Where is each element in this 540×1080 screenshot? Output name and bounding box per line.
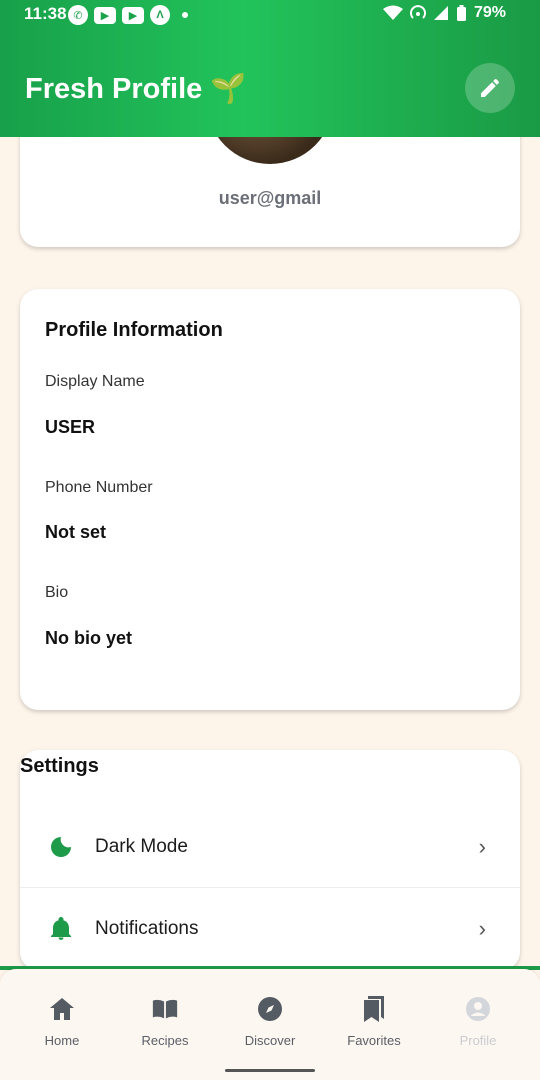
bio-value: No bio yet xyxy=(45,628,133,648)
moon-icon xyxy=(48,834,74,860)
hotspot-icon xyxy=(410,5,426,19)
youtube-icon: ▶ xyxy=(122,6,144,24)
whatsapp-icon: ✆ xyxy=(68,5,88,25)
dark-mode-label: Dark Mode xyxy=(95,836,188,857)
chevron-right-icon: › xyxy=(478,916,486,941)
person-icon xyxy=(464,995,492,1023)
app-header: 11:38 ✆ ▶ ▶ Λ 79% Fresh Profile 🌱 xyxy=(0,0,540,137)
edit-profile-button[interactable] xyxy=(465,63,515,113)
compass-icon xyxy=(256,995,284,1023)
chevron-right-icon: › xyxy=(478,834,486,859)
nav-discover[interactable]: Discover xyxy=(220,995,320,1055)
wifi-icon xyxy=(382,5,403,20)
book-icon xyxy=(151,995,179,1023)
battery-icon xyxy=(456,4,466,21)
section-title: Profile Information xyxy=(45,319,223,341)
nav-favorites[interactable]: Favorites xyxy=(324,995,424,1055)
nav-home-label: Home xyxy=(44,1033,80,1048)
status-bar: 11:38 ✆ ▶ ▶ Λ 79% xyxy=(0,0,540,30)
user-email: user@gmail xyxy=(218,188,322,208)
screen: 11:38 ✆ ▶ ▶ Λ 79% Fresh Profile 🌱 user@g… xyxy=(0,0,540,1080)
phone-number-value: Not set xyxy=(45,522,107,542)
home-indicator[interactable] xyxy=(225,1069,315,1072)
home-icon xyxy=(48,995,76,1023)
nav-home[interactable]: Home xyxy=(12,995,112,1055)
notifications-row[interactable]: Notifications › xyxy=(20,888,520,970)
dark-mode-row[interactable]: Dark Mode › xyxy=(20,806,520,888)
phone-number-label: Phone Number xyxy=(45,479,153,496)
nav-discover-label: Discover xyxy=(244,1033,296,1048)
status-right: 79% xyxy=(382,4,506,22)
bottom-nav: Home Recipes Discover Favorites Profile xyxy=(0,969,540,1080)
bio-label: Bio xyxy=(45,584,69,601)
battery-percent: 79% xyxy=(473,4,506,21)
youtube-icon: ▶ xyxy=(94,6,116,24)
settings-title: Settings xyxy=(20,755,99,777)
notifications-label: Notifications xyxy=(95,918,199,939)
nav-profile-label: Profile xyxy=(459,1033,497,1048)
display-name-value: USER xyxy=(45,417,96,437)
nav-recipes[interactable]: Recipes xyxy=(115,995,215,1055)
settings-card: Dark Mode › Notifications › xyxy=(20,750,520,970)
profile-info-card: Profile Information Display Name USER Ph… xyxy=(20,289,520,710)
notification-icons: ✆ ▶ ▶ Λ xyxy=(68,5,188,25)
display-name-label: Display Name xyxy=(45,373,145,390)
status-time: 11:38 xyxy=(24,4,67,23)
nav-profile[interactable]: Profile xyxy=(428,995,528,1055)
nav-favorites-label: Favorites xyxy=(347,1033,401,1048)
pencil-icon xyxy=(481,78,500,97)
nav-recipes-label: Recipes xyxy=(141,1033,189,1048)
more-notifications-icon xyxy=(182,12,188,18)
signal-icon xyxy=(433,6,448,20)
bookmark-icon xyxy=(360,995,388,1023)
expo-icon: Λ xyxy=(150,5,170,25)
bell-icon xyxy=(48,916,74,942)
page-title: Fresh Profile 🌱 xyxy=(25,73,247,105)
